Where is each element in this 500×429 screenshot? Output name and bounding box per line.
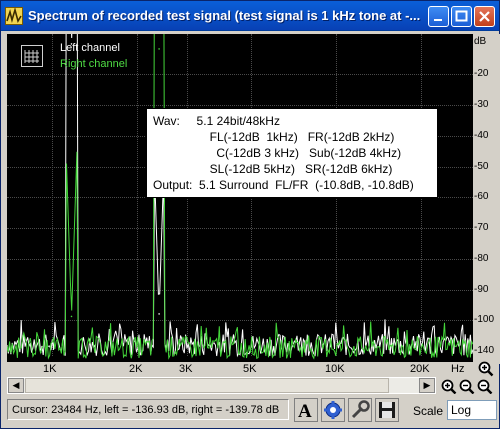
signal-info-box: Wav: 5.1 24bit/48kHz FL(-12dB 1kHz) FR(-… bbox=[146, 108, 438, 198]
title-bar[interactable]: Spectrum of recorded test signal (test s… bbox=[1, 1, 499, 31]
tools-icon[interactable] bbox=[348, 398, 372, 422]
y-tick: -60 bbox=[474, 191, 489, 202]
scale-select[interactable]: Log bbox=[447, 400, 497, 420]
x-tick: 3K bbox=[179, 363, 193, 375]
y-axis-unit: dB bbox=[474, 36, 487, 47]
peak-point-right-1 bbox=[70, 315, 73, 318]
horizontal-scrollbar[interactable]: ◀ ▶ bbox=[7, 377, 436, 394]
scroll-right-button[interactable]: ▶ bbox=[419, 378, 435, 393]
legend-left-channel: Left channel bbox=[60, 42, 120, 54]
y-tick: -80 bbox=[474, 253, 489, 264]
x-tick: 5K bbox=[243, 363, 257, 375]
peak-point-right-0 bbox=[158, 48, 160, 50]
legend-grid-icon[interactable] bbox=[21, 45, 43, 67]
minimize-button[interactable] bbox=[428, 6, 449, 27]
y-tick: -20 bbox=[474, 68, 489, 79]
spectrum-plot[interactable]: Left channel Right channel bbox=[7, 34, 473, 362]
app-icon bbox=[5, 7, 23, 25]
save-icon[interactable] bbox=[375, 398, 399, 422]
x-tick: 1K bbox=[43, 363, 57, 375]
window-title: Spectrum of recorded test signal (test s… bbox=[28, 8, 421, 23]
scroll-thumb[interactable] bbox=[25, 378, 389, 393]
y-tick: -30 bbox=[474, 99, 489, 110]
close-button[interactable] bbox=[474, 6, 495, 27]
x-axis: 1K 2K 3K 5K 10K 20K Hz bbox=[7, 362, 473, 378]
zoom-in-icon[interactable] bbox=[478, 361, 494, 377]
svg-text:A: A bbox=[298, 401, 312, 421]
cursor-readout: Cursor: 23484 Hz, left = -136.93 dB, rig… bbox=[7, 399, 289, 420]
legend-right-channel: Right channel bbox=[60, 58, 128, 70]
settings-icon[interactable] bbox=[321, 398, 345, 422]
peak-point-left-1 bbox=[158, 313, 160, 315]
zoom-out-all-icon[interactable] bbox=[477, 379, 493, 395]
font-icon[interactable]: A bbox=[294, 398, 318, 422]
x-tick: 10K bbox=[325, 363, 345, 375]
x-tick: 20K bbox=[410, 363, 430, 375]
scroll-left-button[interactable]: ◀ bbox=[8, 378, 24, 393]
maximize-button[interactable] bbox=[451, 6, 472, 27]
y-tick: -50 bbox=[474, 161, 489, 172]
y-axis: dB -20 -30 -40 -50 -60 -70 -80 -90 -100 … bbox=[473, 34, 500, 364]
zoom-out-icon[interactable] bbox=[459, 379, 475, 395]
x-axis-unit: Hz bbox=[451, 363, 465, 375]
y-tick: -140 bbox=[474, 345, 495, 356]
y-tick: -40 bbox=[474, 130, 489, 141]
status-bar: Cursor: 23484 Hz, left = -136.93 dB, rig… bbox=[1, 394, 499, 428]
x-tick: 2K bbox=[129, 363, 143, 375]
spectrum-chart bbox=[7, 34, 473, 360]
y-tick: -70 bbox=[474, 222, 489, 233]
y-tick: -100 bbox=[474, 314, 495, 325]
scale-label: Scale bbox=[413, 404, 444, 418]
y-tick: -90 bbox=[474, 284, 489, 295]
spectrum-window: Spectrum of recorded test signal (test s… bbox=[0, 0, 500, 429]
zoom-in-all-icon[interactable] bbox=[441, 379, 457, 395]
